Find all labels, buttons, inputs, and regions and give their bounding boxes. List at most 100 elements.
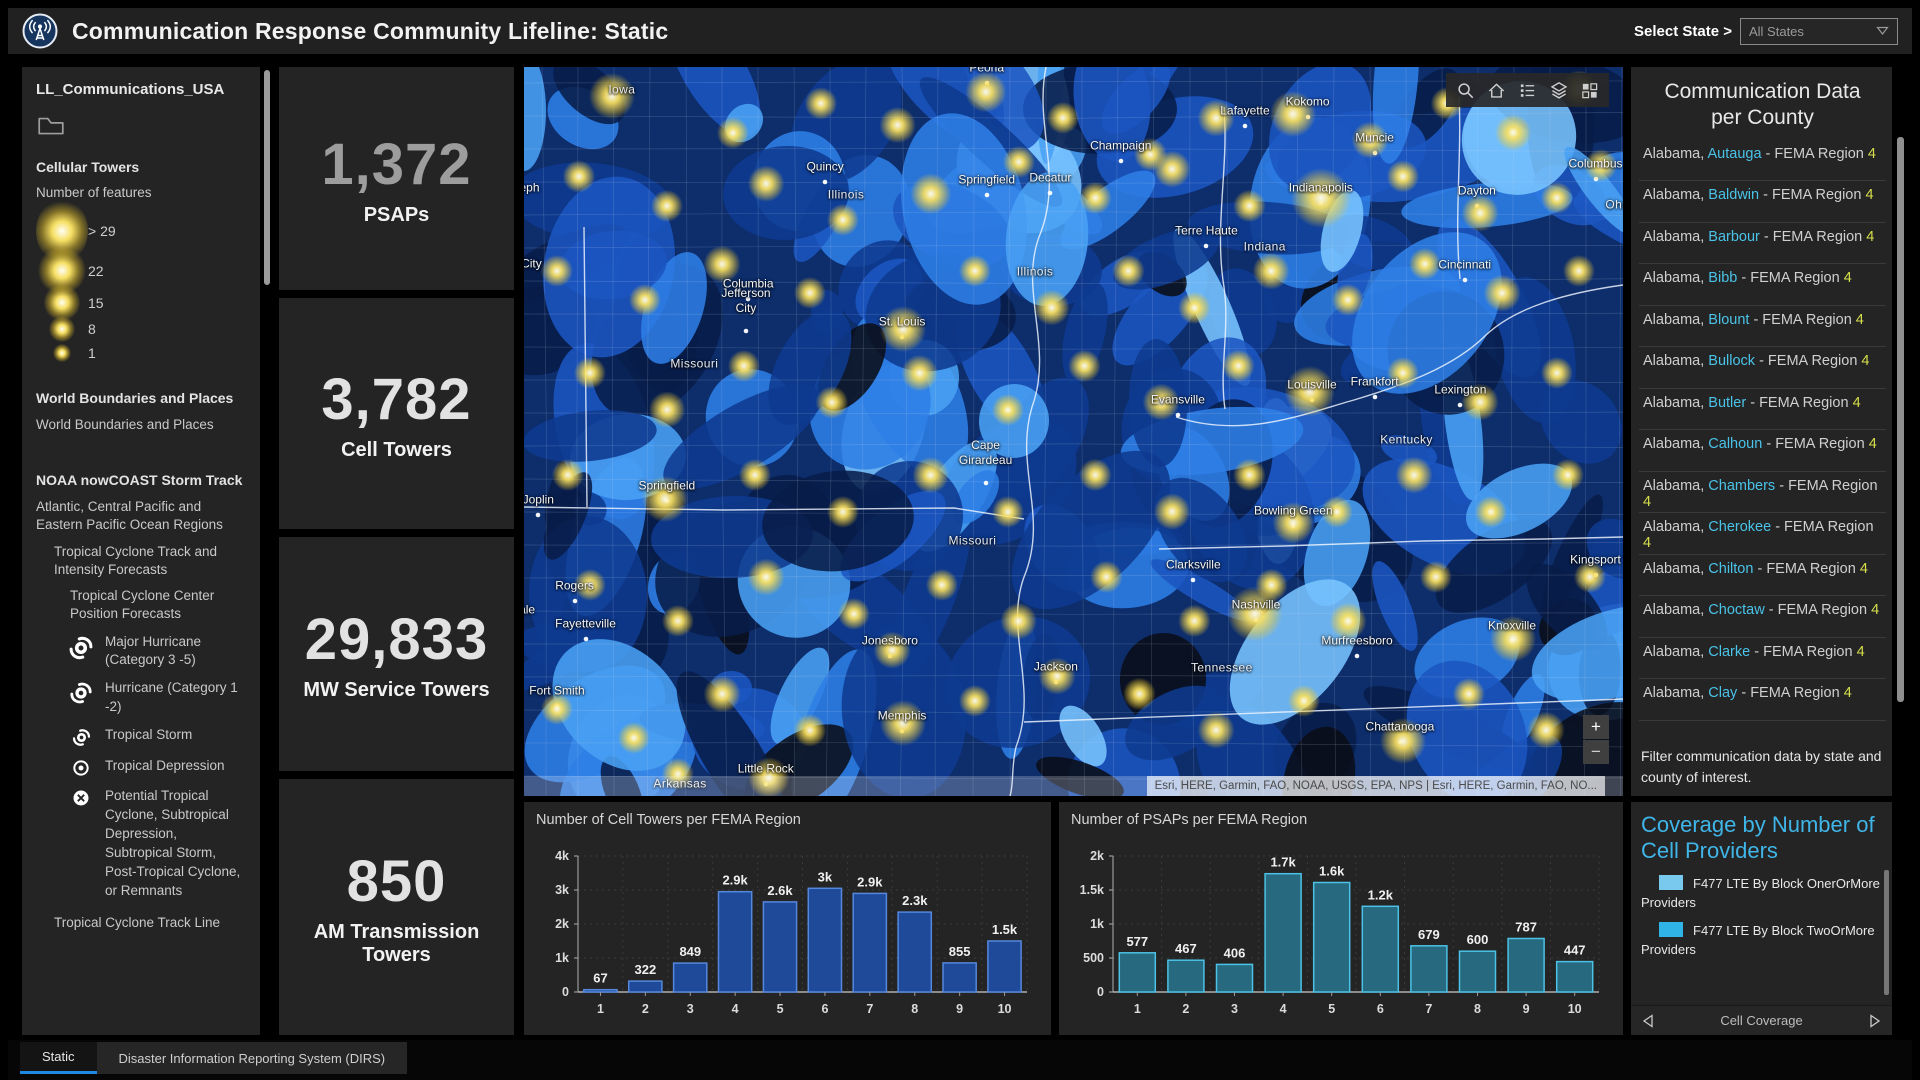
cell-tower-dot (1495, 114, 1532, 151)
fema-region-number: 4 (1643, 535, 1651, 551)
storm-legend-item: Tropical Storm (66, 726, 248, 748)
map-city-label: Rogers (555, 579, 594, 594)
storm-legend-item: Potential Tropical Cyclone, Subtropical … (66, 787, 248, 900)
tab-disaster-information-reporting-system-dirs[interactable]: Disaster Information Reporting System (D… (97, 1042, 408, 1074)
cell-tower-dot (1178, 605, 1210, 637)
county-row[interactable]: Alabama, Barbour - FEMA Region 4 (1639, 223, 1886, 265)
map-panel[interactable]: IowaPeoriaLafayetteKokomoMuncieChampaign… (524, 67, 1623, 796)
county-row[interactable]: Alabama, Autauga - FEMA Region 4 (1639, 140, 1886, 182)
cell-tower-dot (965, 71, 1006, 112)
county-row[interactable]: Alabama, Chilton - FEMA Region 4 (1639, 555, 1886, 597)
county-panel-title: Communication Data per County (1639, 77, 1886, 140)
storm-legend-label: Potential Tropical Cyclone, Subtropical … (105, 787, 248, 900)
tab-static[interactable]: Static (20, 1042, 97, 1074)
map-state-label: Indiana (1244, 240, 1286, 255)
zoom-out-button[interactable]: − (1583, 740, 1609, 764)
cell-tower-dot (1332, 284, 1364, 316)
map-city-label: Evansville (1151, 392, 1205, 407)
state-dropdown[interactable]: All States (1740, 18, 1898, 45)
county-row[interactable]: Alabama, Chambers - FEMA Region 4 (1639, 472, 1886, 514)
county-state: Alabama, (1643, 602, 1708, 618)
county-name: Chilton (1708, 561, 1753, 577)
county-row[interactable]: Alabama, Bibb - FEMA Region 4 (1639, 264, 1886, 306)
stat-value: 3,782 (321, 366, 471, 433)
dashboard-app: Communication Response Community Lifelin… (0, 0, 1920, 1080)
map-city-label: Cincinnati (1438, 257, 1491, 272)
cell-tower-dot (1291, 168, 1351, 228)
svg-text:8: 8 (911, 1002, 918, 1016)
storm-legend-label: Tropical Depression (105, 757, 248, 776)
svg-text:5: 5 (777, 1002, 784, 1016)
chevron-down-icon (1876, 24, 1889, 39)
county-filter-hint: Filter communication data by state and c… (1639, 740, 1886, 788)
county-state: Alabama, (1643, 187, 1708, 203)
svg-text:67: 67 (593, 971, 607, 986)
layers-icon[interactable] (1543, 75, 1574, 105)
zoom-in-button[interactable]: + (1583, 715, 1609, 739)
fema-region-number: 4 (1857, 644, 1865, 660)
map-city-label: Terre Haute (1175, 223, 1238, 238)
cell-tower-dot (642, 476, 688, 522)
svg-text:849: 849 (679, 944, 701, 959)
cell-tower-dot (1033, 289, 1070, 326)
legend-list-icon[interactable] (1512, 75, 1543, 105)
map-city-label: Lafayette (1220, 104, 1269, 119)
map-city-label: Chattanooga (1366, 720, 1435, 735)
cell-tower-dot (541, 692, 573, 724)
cell-tower-dot (874, 632, 911, 669)
county-row[interactable]: Alabama, Calhoun - FEMA Region 4 (1639, 430, 1886, 472)
cell-tower-dot (1255, 568, 1287, 600)
county-row[interactable]: Alabama, Clay - FEMA Region 4 (1639, 679, 1886, 721)
county-state: Alabama, (1643, 146, 1708, 162)
map-state-label: Missouri (670, 357, 718, 372)
search-icon[interactable] (1450, 75, 1481, 105)
county-state: Alabama, (1643, 685, 1708, 701)
county-row[interactable]: Alabama, Butler - FEMA Region 4 (1639, 389, 1886, 431)
svg-text:1.5k: 1.5k (1080, 883, 1104, 897)
cell-tower-dot (1227, 586, 1282, 641)
storm-legend-label: Hurricane (Category 1 -2) (105, 679, 248, 717)
county-region-text: - FEMA Region (1765, 602, 1871, 618)
cell-tower-dot (1585, 149, 1617, 181)
svg-text:3: 3 (687, 1002, 694, 1016)
county-row[interactable]: Alabama, Clarke - FEMA Region 4 (1639, 638, 1886, 680)
county-row[interactable]: Alabama, Cherokee - FEMA Region 4 (1639, 513, 1886, 555)
svg-text:0: 0 (562, 985, 569, 999)
home-icon[interactable] (1481, 75, 1512, 105)
svg-text:855: 855 (949, 944, 971, 959)
map-state-label: Kentucky (1380, 432, 1433, 447)
basemap-grid-icon[interactable] (1574, 75, 1605, 105)
county-scrollbar[interactable] (1897, 137, 1904, 702)
county-row[interactable]: Alabama, Bullock - FEMA Region 4 (1639, 347, 1886, 389)
cell-tower-dot (912, 457, 949, 494)
coverage-scrollbar[interactable] (1884, 870, 1889, 995)
county-row[interactable]: Alabama, Choctaw - FEMA Region 4 (1639, 596, 1886, 638)
fema-region-number: 4 (1861, 353, 1869, 369)
svg-text:10: 10 (1568, 1002, 1582, 1016)
pager-left-icon[interactable] (1631, 1014, 1665, 1028)
county-row[interactable]: Alabama, Baldwin - FEMA Region 4 (1639, 181, 1886, 223)
cell-tower-dot (1541, 357, 1573, 389)
coverage-pager: Cell Coverage (1631, 1005, 1892, 1035)
map-state-label: Illinois (828, 187, 865, 202)
county-region-text: - FEMA Region (1750, 644, 1856, 660)
map-state-label: Missouri (948, 533, 996, 548)
svg-text:1.6k: 1.6k (1319, 864, 1345, 879)
cell-tower-dot (991, 394, 1023, 426)
svg-text:2: 2 (642, 1002, 649, 1016)
pager-right-icon[interactable] (1858, 1014, 1892, 1028)
coverage-legend: F477 LTE By Block OnerOrMore ProvidersF4… (1641, 875, 1882, 970)
svg-text:787: 787 (1515, 920, 1537, 935)
glow-dot-icon (53, 344, 70, 361)
county-row[interactable]: Alabama, Blount - FEMA Region 4 (1639, 306, 1886, 348)
cell-tower-dot (1330, 603, 1367, 640)
cell-tower-dot (747, 559, 784, 596)
svg-text:2k: 2k (1090, 849, 1104, 863)
fema-region-number: 4 (1853, 395, 1861, 411)
legend-scrollbar[interactable] (264, 70, 270, 285)
county-state: Alabama, (1643, 561, 1708, 577)
stat-card-cell-towers: 3,782Cell Towers (279, 298, 514, 529)
cell-tower-dot (1198, 712, 1235, 749)
cell-tower-dot (1387, 357, 1419, 389)
cell-tower-dot (1563, 255, 1595, 287)
